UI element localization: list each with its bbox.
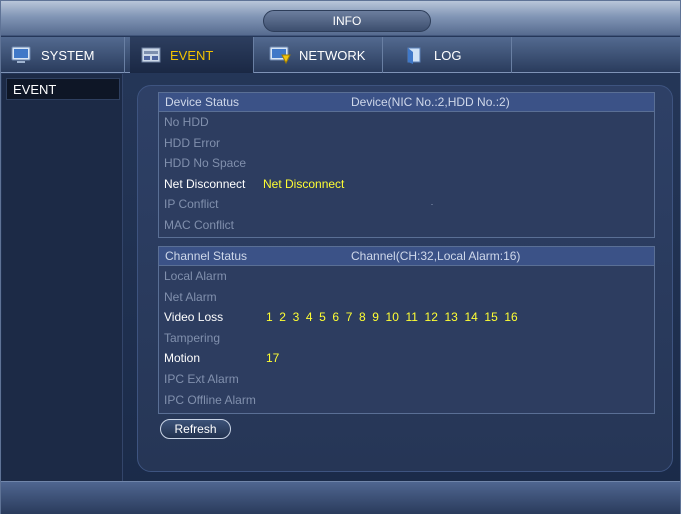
- network-icon: [269, 45, 291, 65]
- channel-number: 13: [444, 310, 458, 325]
- channel-number: 7: [345, 310, 353, 325]
- status-label: Tampering: [164, 330, 221, 345]
- status-label: Motion: [164, 351, 201, 366]
- channel-number: 14: [464, 310, 478, 325]
- status-label: Local Alarm: [164, 269, 227, 283]
- status-row: MAC Conflict: [159, 215, 654, 236]
- video-loss-channels: 1 2 3 4 5 6 7 8 9 10 11 12 13 14 15 16: [266, 307, 524, 328]
- channel-number: 6: [332, 310, 340, 325]
- device-status-summary: Device(NIC No.:2,HDD No.:2): [351, 95, 510, 109]
- status-label: IPC Offline Alarm: [164, 392, 256, 407]
- channel-number: 17: [266, 351, 280, 366]
- channel-status-summary: Channel(CH:32,Local Alarm:16): [351, 249, 521, 263]
- channel-status-title: Channel Status: [165, 249, 248, 263]
- status-label: MAC Conflict: [164, 217, 235, 232]
- footer-bar: [1, 481, 680, 514]
- status-row: IP Conflict: [159, 194, 654, 215]
- tab-system[interactable]: SYSTEM: [1, 37, 125, 73]
- status-label: HDD Error: [164, 135, 220, 150]
- status-label: HDD No Space: [164, 156, 247, 171]
- tab-system-label: SYSTEM: [41, 47, 95, 63]
- channel-number: 2: [279, 310, 286, 325]
- channel-status-header: Channel Status Channel(CH:32,Local Alarm…: [159, 247, 654, 266]
- tab-log[interactable]: LOG: [388, 37, 512, 73]
- tab-event[interactable]: EVENT: [130, 37, 254, 73]
- status-label: Video Loss: [164, 310, 224, 325]
- marker-dot: [431, 204, 433, 206]
- status-row: Local Alarm: [159, 266, 654, 287]
- refresh-button[interactable]: Refresh: [160, 419, 231, 439]
- channel-number: 12: [424, 310, 438, 325]
- status-row: IPC Offline Alarm: [159, 390, 654, 411]
- motion-channels: 17: [266, 348, 286, 369]
- device-status-group: Device Status Device(NIC No.:2,HDD No.:2…: [158, 92, 655, 238]
- status-label: Net Alarm: [164, 289, 217, 304]
- status-row: Tampering: [159, 328, 654, 349]
- sidebar: EVENT: [2, 74, 123, 481]
- tab-network-label: NETWORK: [299, 47, 366, 63]
- window-title: INFO: [263, 10, 431, 32]
- device-status-title: Device Status: [165, 95, 240, 109]
- channel-number: 1: [266, 310, 273, 325]
- status-label: Net Disconnect: [164, 176, 246, 191]
- channel-number: 3: [292, 310, 300, 325]
- status-row: Video Loss 1 2 3 4 5 6 7 8 9 10 11 12 13 14 15 16: [159, 307, 654, 328]
- sidebar-item-event[interactable]: EVENT: [6, 78, 120, 100]
- channel-status-group: Channel Status Channel(CH:32,Local Alarm…: [158, 246, 655, 414]
- channel-number: 4: [305, 310, 313, 325]
- tab-log-label: LOG: [434, 47, 462, 63]
- tab-bar: SYSTEM EVENT NETWORK LOG: [1, 37, 680, 73]
- status-row: Net Alarm: [159, 287, 654, 308]
- log-icon: [404, 45, 426, 65]
- status-row: Net Disconnect Net Disconnect: [159, 174, 654, 195]
- channel-number: 10: [385, 310, 399, 325]
- status-row: HDD Error: [159, 133, 654, 154]
- device-status-header: Device Status Device(NIC No.:2,HDD No.:2…: [159, 93, 654, 112]
- status-label: IP Conflict: [164, 197, 219, 212]
- status-row: HDD No Space: [159, 153, 654, 174]
- main-panel: Device Status Device(NIC No.:2,HDD No.:2…: [137, 85, 673, 472]
- channel-number: 5: [319, 310, 326, 325]
- status-row: Motion 17: [159, 348, 654, 369]
- channel-number: 11: [405, 310, 418, 325]
- status-label: IPC Ext Alarm: [164, 371, 239, 386]
- status-row: No HDD: [159, 112, 654, 133]
- system-icon: [11, 45, 33, 65]
- channel-number: 16: [504, 310, 518, 325]
- channel-number: 9: [372, 310, 379, 325]
- tab-event-label: EVENT: [170, 47, 214, 63]
- title-bar: INFO: [1, 1, 680, 36]
- channel-number: 8: [358, 310, 366, 325]
- info-window: INFO SYSTEM EVENT NETWORK LOG EVENT Devi…: [0, 0, 681, 514]
- channel-number: 15: [484, 310, 498, 325]
- event-icon: [140, 45, 162, 65]
- status-row: IPC Ext Alarm: [159, 369, 654, 390]
- tab-network[interactable]: NETWORK: [259, 37, 383, 73]
- status-value: Net Disconnect: [263, 176, 345, 191]
- status-label: No HDD: [164, 115, 209, 129]
